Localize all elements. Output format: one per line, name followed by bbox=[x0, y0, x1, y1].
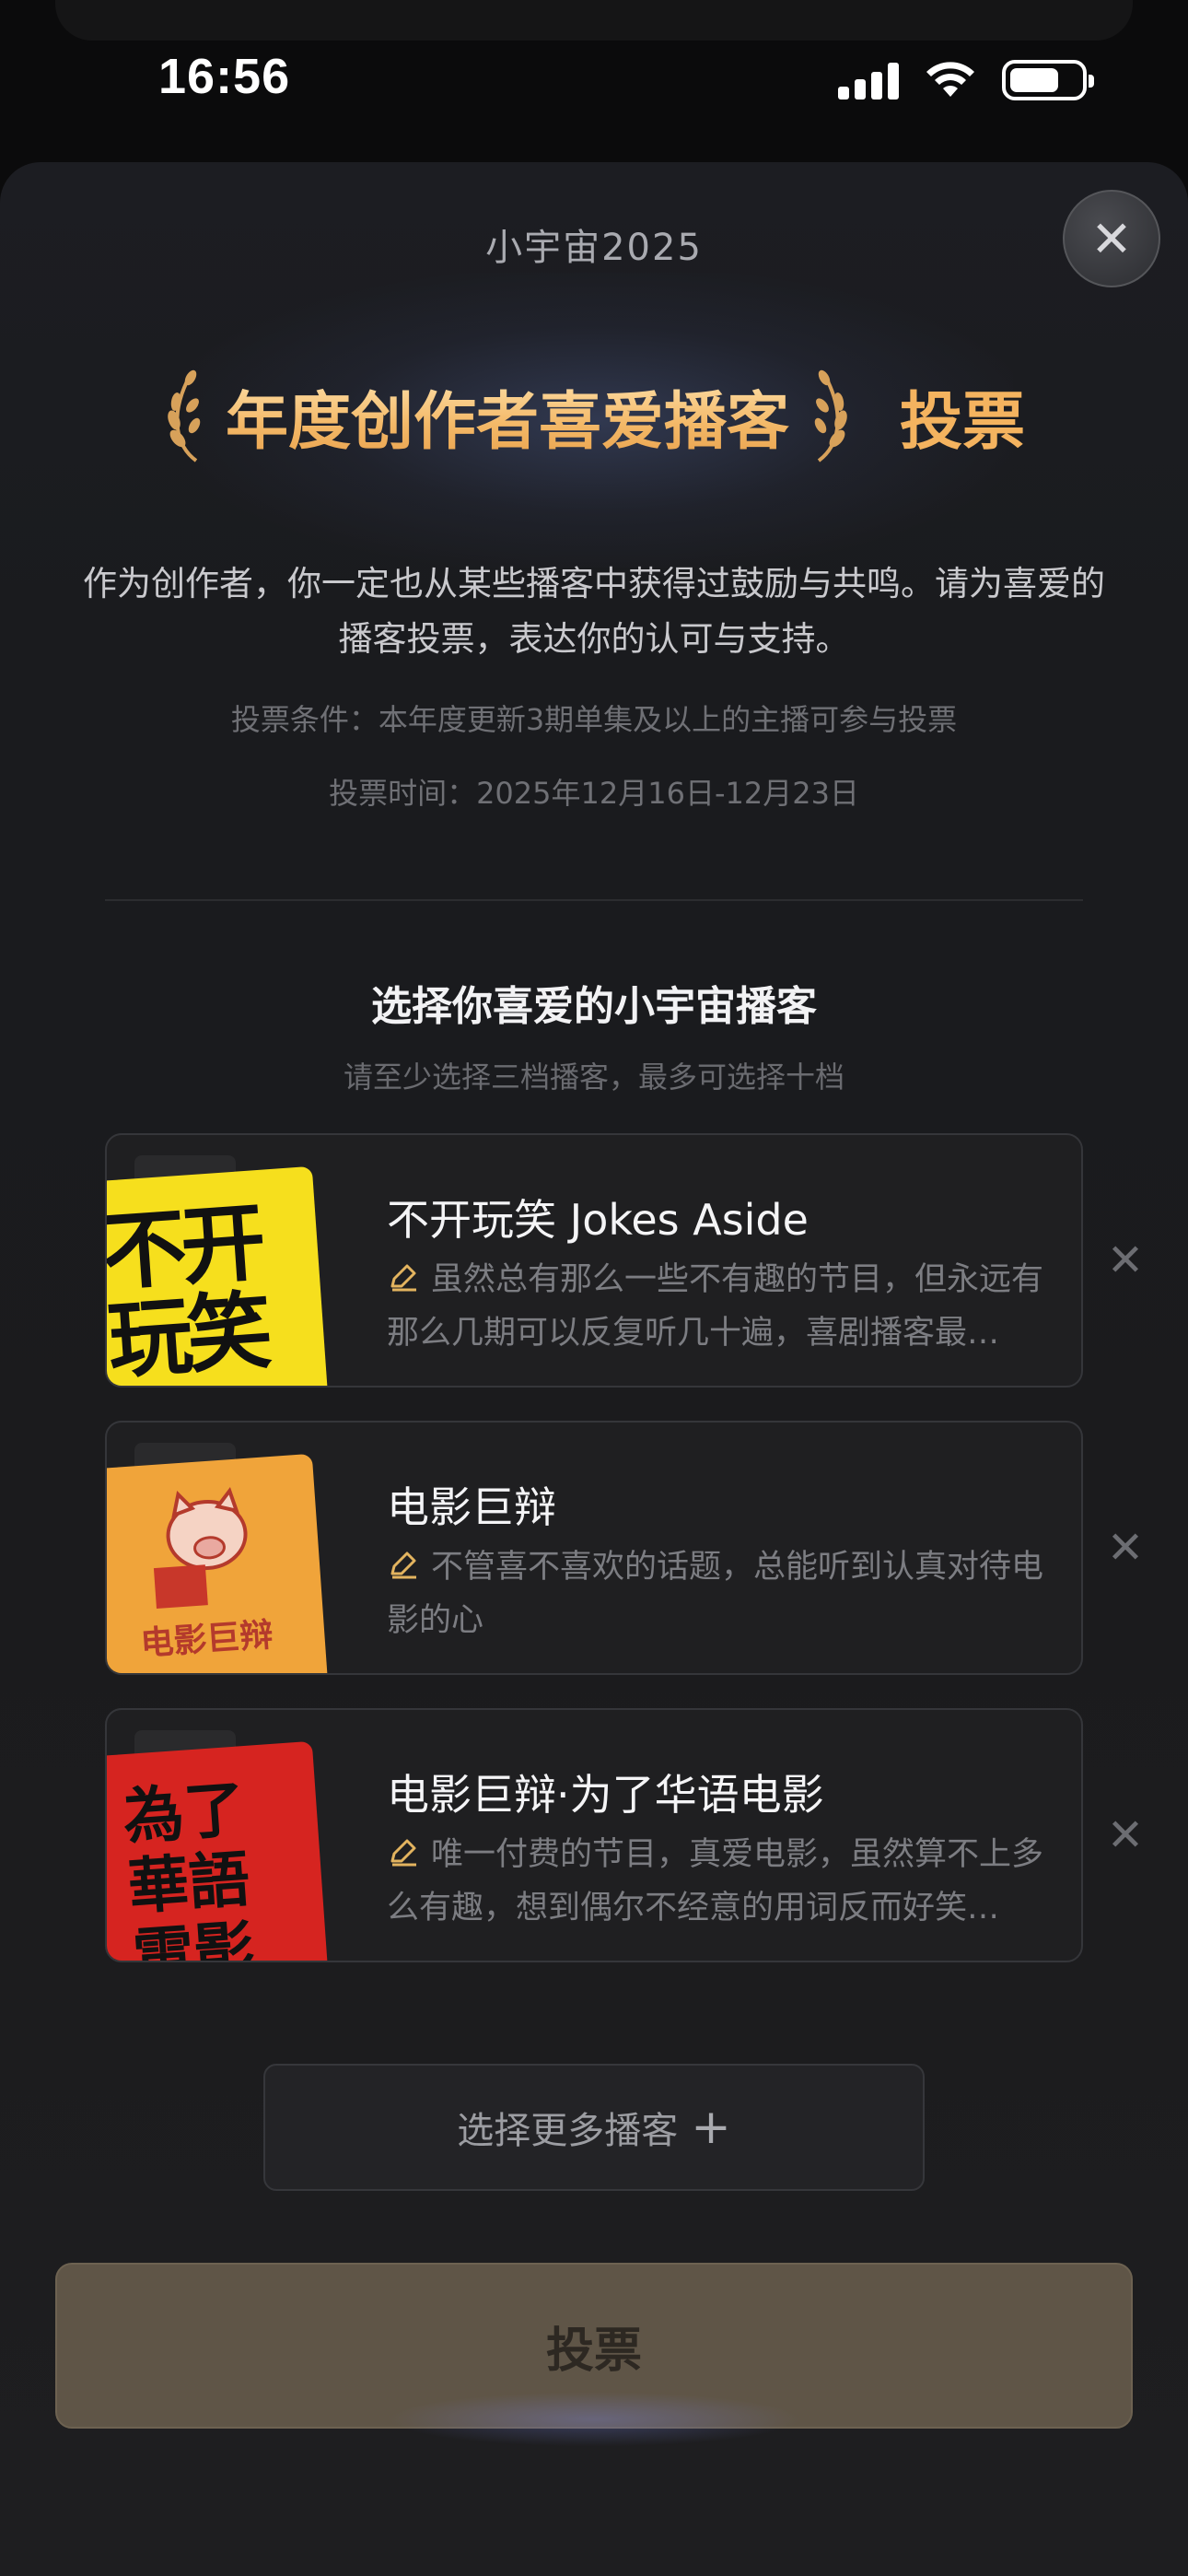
intro-text: 作为创作者，你一定也从某些播客中获得过鼓励与共鸣。请为喜爱的播客投票，表达你的认… bbox=[83, 564, 1105, 659]
vote-sheet: 小宇宙2025 ✕ 年度创作者喜爱播客 投票 作为创作者，你一定也从某些播客中获… bbox=[0, 162, 1188, 2576]
podcast-cover: 电影巨辩 bbox=[107, 1453, 328, 1673]
pen-icon bbox=[390, 1264, 416, 1292]
select-more-label: 选择更多播客 bbox=[457, 2110, 679, 2152]
wifi-icon bbox=[926, 62, 974, 97]
podcast-title: 电影巨辩·为了华语电影 bbox=[387, 1770, 824, 1820]
page-title-suffix: 投票 bbox=[900, 385, 1026, 459]
cellular-signal-icon bbox=[838, 61, 899, 100]
battery-icon bbox=[1002, 60, 1094, 100]
close-button[interactable]: ✕ bbox=[1063, 190, 1160, 287]
laurel-left-icon bbox=[168, 369, 201, 463]
podcast-cover: 為了華語電影 bbox=[107, 1740, 328, 1961]
section-subtitle: 请至少选择三档播客，最多可选择十档 bbox=[343, 1060, 844, 1095]
page-title-row: 年度创作者喜爱播客 投票 bbox=[0, 365, 1188, 466]
status-bar: 16:56 bbox=[0, 0, 1188, 157]
brand-label: 小宇宙2025 bbox=[485, 227, 703, 269]
vote-time-range: 投票时间：2025年12月16日-12月23日 bbox=[329, 776, 859, 811]
remove-podcast-button[interactable]: ✕ bbox=[1100, 1235, 1151, 1286]
podcast-card[interactable]: 不开玩笑 不开玩笑 Jokes Aside 虽然总有那么一些不有趣的节目，但永远… bbox=[105, 1133, 1083, 1388]
podcast-title: 电影巨辩 bbox=[387, 1482, 556, 1532]
pen-icon bbox=[390, 1551, 416, 1579]
podcast-title: 不开玩笑 Jokes Aside bbox=[387, 1195, 809, 1245]
plus-icon: + bbox=[691, 2100, 731, 2155]
status-icons bbox=[838, 57, 1094, 103]
vote-button-label: 投票 bbox=[545, 2323, 642, 2379]
select-more-podcasts-button[interactable]: 选择更多播客 + bbox=[263, 2064, 925, 2191]
vote-condition: 投票条件：本年度更新3期单集及以上的主播可参与投票 bbox=[230, 702, 958, 737]
podcast-comment: 虽然总有那么一些不有趣的节目，但永远有那么几期可以反复听几十遍，喜剧播客最… bbox=[387, 1261, 1044, 1352]
remove-podcast-button[interactable]: ✕ bbox=[1100, 1809, 1151, 1861]
podcast-card[interactable]: 為了華語電影 电影巨辩·为了华语电影 唯一付费的节目，真爱电影，虽然算不上多么有… bbox=[105, 1708, 1083, 1962]
laurel-right-icon bbox=[814, 369, 847, 463]
podcast-comment: 不管喜不喜欢的话题，总能听到认真对待电影的心 bbox=[387, 1549, 1044, 1639]
dynamic-island-area bbox=[55, 0, 1133, 41]
podcast-card[interactable]: 电影巨辩 电影巨辩 不管喜不喜欢的话题，总能听到认真对待电影的心 bbox=[105, 1421, 1083, 1675]
page-title: 年度创作者喜爱播客 bbox=[226, 370, 789, 462]
close-icon: ✕ bbox=[1090, 209, 1133, 268]
pen-icon bbox=[390, 1839, 416, 1867]
bottom-glow bbox=[387, 2392, 801, 2447]
remove-podcast-button[interactable]: ✕ bbox=[1100, 1522, 1151, 1574]
section-title: 选择你喜爱的小宇宙播客 bbox=[371, 983, 817, 1030]
status-time: 16:56 bbox=[158, 49, 291, 104]
divider bbox=[105, 899, 1083, 901]
podcast-cover: 不开玩笑 bbox=[107, 1165, 328, 1386]
podcast-comment: 唯一付费的节目，真爱电影，虽然算不上多么有趣，想到偶尔不经意的用词反而好笑… bbox=[387, 1836, 1044, 1926]
